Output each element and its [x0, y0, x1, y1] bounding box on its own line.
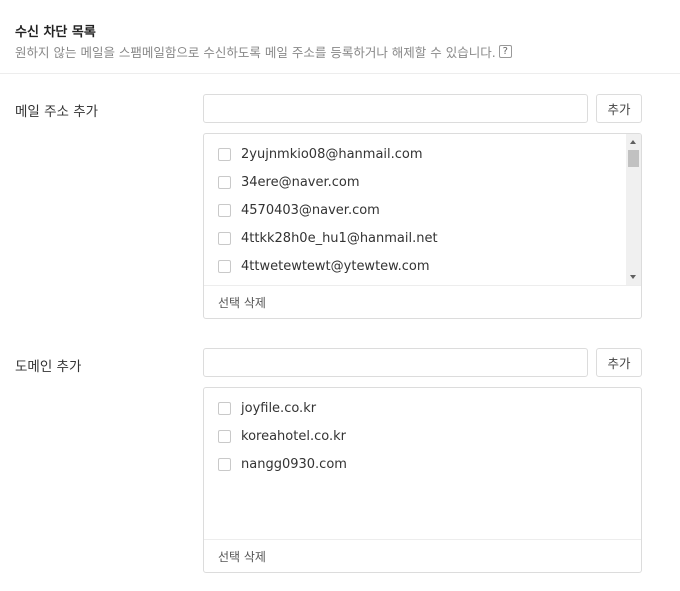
item-email: 4ttkk28h0e_hu1@hanmail.net — [241, 230, 438, 246]
delete-selected-domains-button[interactable]: 선택 삭제 — [218, 548, 266, 565]
scroll-down-arrow-icon[interactable] — [630, 275, 636, 279]
page-description: 원하지 않는 메일을 스팸메일함으로 수신하도록 메일 주소를 등록하거나 해제… — [15, 42, 512, 61]
email-list-scrollbar[interactable] — [626, 134, 641, 285]
item-checkbox[interactable] — [218, 231, 231, 245]
item-checkbox[interactable] — [218, 175, 231, 189]
item-email: 4570403@naver.com — [241, 202, 380, 218]
page-title: 수신 차단 목록 — [15, 25, 96, 40]
item-email: 2yujnmkio08@hanmail.com — [241, 146, 423, 162]
list-item: 34ere@naver.com — [218, 172, 360, 192]
item-domain: joyfile.co.kr — [241, 400, 317, 416]
item-domain: nangg0930.com — [241, 456, 347, 472]
item-checkbox[interactable] — [218, 401, 231, 415]
list-item: 4570403@naver.com — [218, 200, 380, 220]
block-list-header: 수신 차단 목록 원하지 않는 메일을 스팸메일함으로 수신하도록 메일 주소를… — [0, 0, 680, 74]
email-list: 2yujnmkio08@hanmail.com 34ere@naver.com … — [203, 133, 642, 319]
item-checkbox[interactable] — [218, 429, 231, 443]
item-email: 34ere@naver.com — [241, 174, 360, 190]
email-input[interactable] — [203, 94, 588, 123]
add-email-button[interactable]: 추가 — [596, 94, 642, 123]
email-list-area: 2yujnmkio08@hanmail.com 34ere@naver.com … — [204, 134, 641, 285]
item-email: 4ttwetewtewt@ytewtew.com — [241, 258, 430, 274]
domain-list: joyfile.co.kr koreahotel.co.kr nangg0930… — [203, 387, 642, 573]
add-domain-button[interactable]: 추가 — [596, 348, 642, 377]
item-domain: koreahotel.co.kr — [241, 428, 346, 444]
list-item: nangg0930.com — [218, 454, 347, 474]
list-item: joyfile.co.kr — [218, 398, 316, 418]
help-icon[interactable]: ? — [498, 45, 512, 58]
list-item: 4ttkk28h0e_hu1@hanmail.net — [218, 228, 438, 248]
item-checkbox[interactable] — [218, 457, 231, 471]
item-checkbox[interactable] — [218, 147, 231, 161]
email-section-label: 메일 주소 추가 — [15, 104, 99, 120]
domain-section-label: 도메인 추가 — [15, 359, 82, 375]
domain-list-area: joyfile.co.kr koreahotel.co.kr nangg0930… — [204, 388, 641, 539]
list-item: 2yujnmkio08@hanmail.com — [218, 144, 423, 164]
email-list-footer: 선택 삭제 — [204, 285, 641, 318]
item-checkbox[interactable] — [218, 259, 231, 273]
scroll-up-arrow-icon[interactable] — [630, 140, 636, 144]
list-item: 4ttwetewtewt@ytewtew.com — [218, 256, 430, 276]
domain-list-footer: 선택 삭제 — [204, 539, 641, 572]
item-checkbox[interactable] — [218, 203, 231, 217]
description-text: 원하지 않는 메일을 스팸메일함으로 수신하도록 메일 주소를 등록하거나 해제… — [15, 45, 496, 60]
scroll-thumb[interactable] — [628, 150, 639, 167]
domain-input[interactable] — [203, 348, 588, 377]
delete-selected-emails-button[interactable]: 선택 삭제 — [218, 294, 266, 311]
list-item: koreahotel.co.kr — [218, 426, 346, 446]
